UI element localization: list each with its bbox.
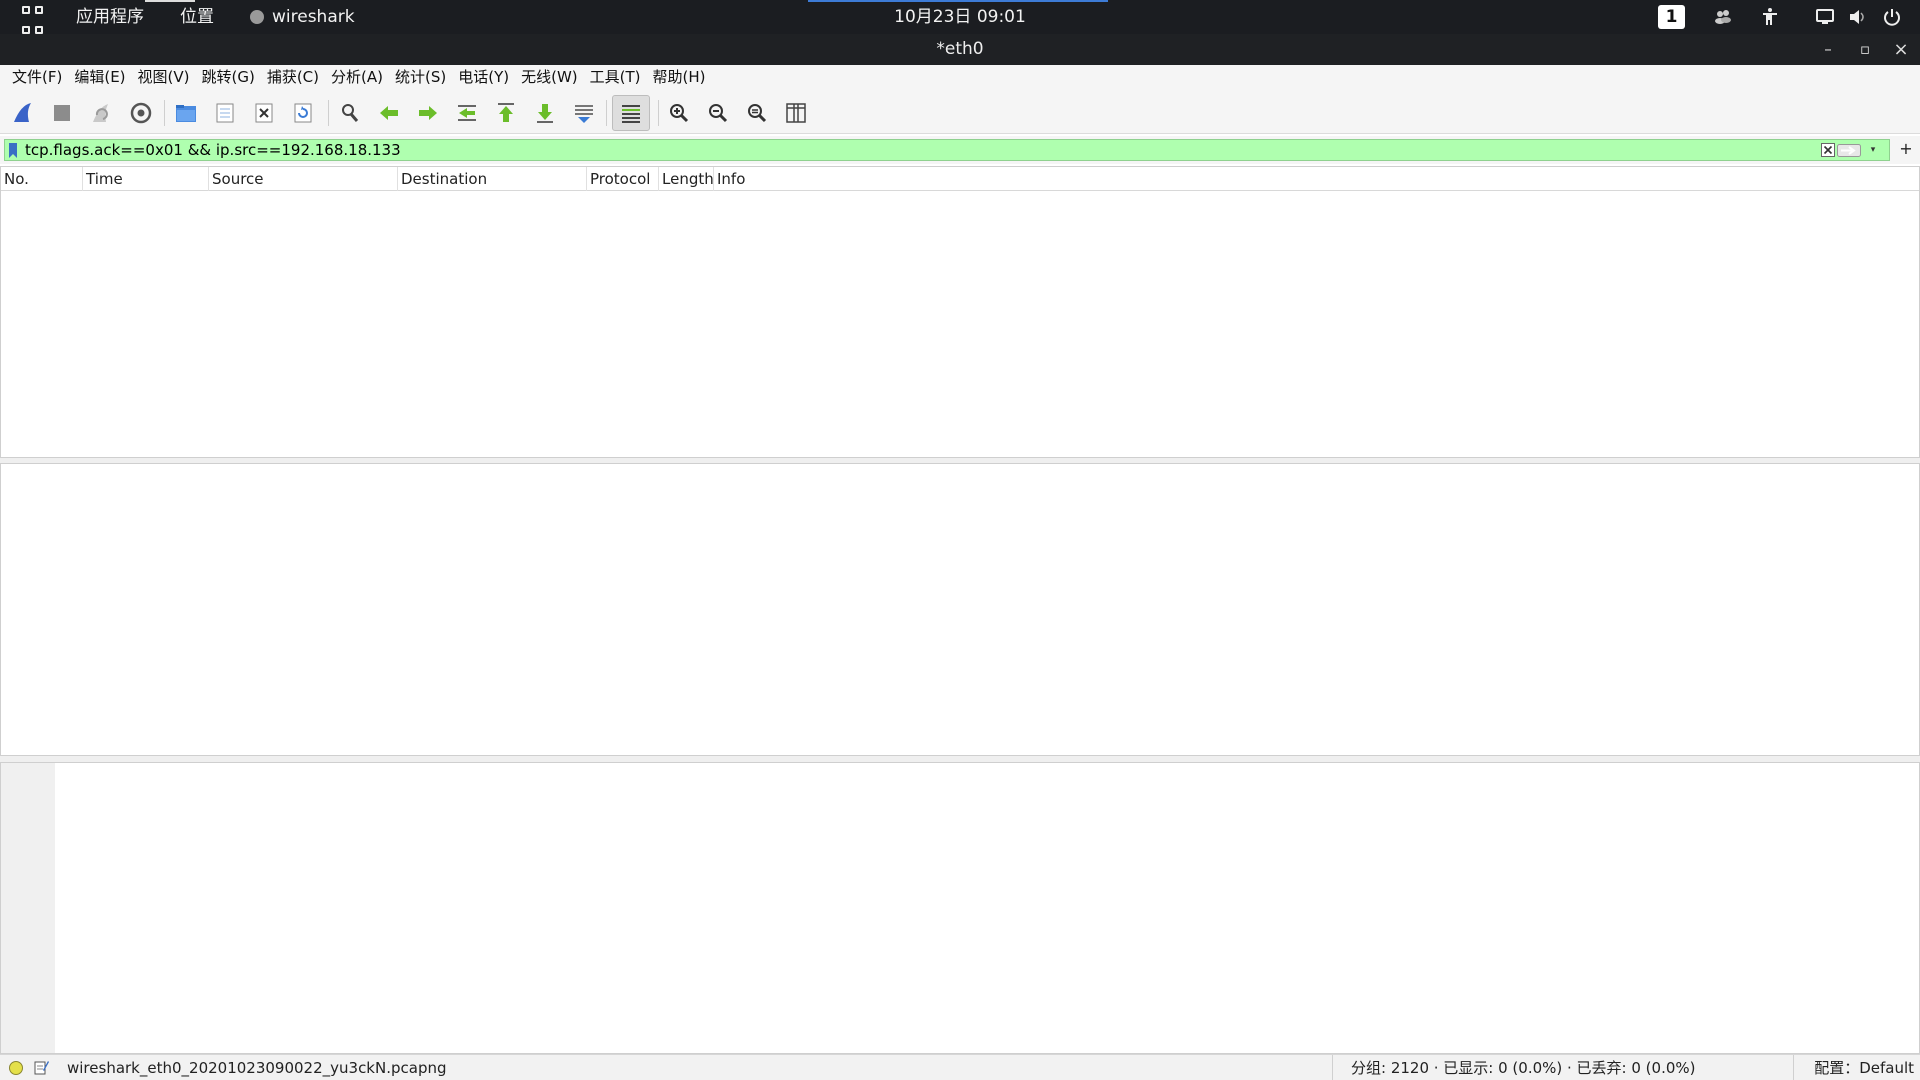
window-title: *eth0	[936, 39, 984, 59]
gnome-top-bar: 应用程序 位置 wireshark 10月23日 09:01 1	[0, 0, 1920, 34]
packet-list-header: No. Time Source Destination Protocol Len…	[1, 167, 1919, 191]
status-bar: wireshark_eth0_20201023090022_yu3ckN.pca…	[0, 1054, 1920, 1080]
close-button[interactable]: ×	[1886, 34, 1916, 65]
restart-capture-icon[interactable]	[86, 98, 116, 128]
colorize-packet-list-icon[interactable]	[612, 95, 650, 131]
packet-list-pane[interactable]: No. Time Source Destination Protocol Len…	[0, 166, 1920, 458]
display-filter-bar: ▾ +	[0, 136, 1920, 164]
packet-details-pane[interactable]	[0, 463, 1920, 756]
stop-capture-icon[interactable]	[47, 98, 77, 128]
display-icon[interactable]	[1815, 7, 1835, 27]
places-menu[interactable]: 位置	[180, 0, 214, 34]
capture-comment-edit-icon[interactable]	[34, 1060, 49, 1075]
go-forward-arrow-icon[interactable]	[413, 98, 443, 128]
menu-tools[interactable]: 工具(T)	[584, 65, 647, 90]
menu-go[interactable]: 跳转(G)	[196, 65, 261, 90]
column-header-length[interactable]: Length	[659, 167, 714, 191]
main-toolbar	[0, 90, 1920, 134]
filter-bookmark-icon[interactable]	[8, 143, 18, 158]
menu-file[interactable]: 文件(F)	[6, 65, 68, 90]
zoom-in-icon[interactable]	[664, 98, 694, 128]
clock[interactable]: 10月23日 09:01	[894, 7, 1026, 27]
recent-filters-dropdown[interactable]: ▾	[1867, 143, 1879, 157]
menu-wireless[interactable]: 无线(W)	[515, 65, 584, 90]
accessibility-icon[interactable]	[1760, 7, 1780, 27]
save-file-icon[interactable]	[210, 98, 240, 128]
window-titlebar: *eth0 – ▫ ×	[0, 34, 1920, 65]
clear-filter-icon[interactable]	[1821, 143, 1835, 157]
apply-filter-arrow-icon[interactable]	[1837, 144, 1861, 157]
open-file-folder-icon[interactable]	[171, 98, 201, 128]
autoscroll-icon[interactable]	[569, 98, 599, 128]
packet-statistics: 分组: 2120 · 已显示: 0 (0.0%) · 已丢弃: 0 (0.0%)	[1332, 1055, 1696, 1080]
column-header-destination[interactable]: Destination	[398, 167, 587, 191]
bytes-offset-gutter	[1, 763, 55, 1053]
active-app-menu[interactable]: wireshark	[250, 0, 355, 34]
menu-capture[interactable]: 捕获(C)	[261, 65, 325, 90]
volume-icon[interactable]	[1848, 7, 1868, 27]
column-header-no[interactable]: No.	[1, 167, 83, 191]
column-header-time[interactable]: Time	[83, 167, 209, 191]
toolbar-separator	[164, 100, 165, 126]
menu-view[interactable]: 视图(V)	[132, 65, 196, 90]
find-packet-search-icon[interactable]	[335, 98, 365, 128]
go-back-arrow-icon[interactable]	[374, 98, 404, 128]
column-header-protocol[interactable]: Protocol	[587, 167, 659, 191]
menu-analyze[interactable]: 分析(A)	[325, 65, 389, 90]
column-header-source[interactable]: Source	[209, 167, 398, 191]
workspace-indicator[interactable]: 1	[1658, 5, 1685, 29]
wireshark-app-icon	[250, 10, 264, 24]
go-to-packet-icon[interactable]	[452, 98, 482, 128]
active-indicator-line	[808, 0, 1108, 2]
configuration-profile[interactable]: 配置：Default	[1793, 1055, 1914, 1080]
active-app-label: wireshark	[272, 7, 355, 27]
display-filter-input[interactable]	[25, 140, 1825, 160]
go-to-last-packet-icon[interactable]	[530, 98, 560, 128]
menu-statistics[interactable]: 统计(S)	[389, 65, 452, 90]
packet-bytes-pane[interactable]	[0, 762, 1920, 1054]
menu-telephony[interactable]: 电话(Y)	[452, 65, 515, 90]
resize-columns-icon[interactable]	[781, 98, 811, 128]
reload-file-icon[interactable]	[288, 98, 318, 128]
zoom-reset-icon[interactable]	[742, 98, 772, 128]
power-icon[interactable]	[1882, 7, 1902, 27]
menu-bar: 文件(F) 编辑(E) 视图(V) 跳转(G) 捕获(C) 分析(A) 统计(S…	[0, 65, 1920, 90]
start-capture-fin-icon[interactable]	[8, 98, 38, 128]
menu-edit[interactable]: 编辑(E)	[68, 65, 131, 90]
zoom-out-icon[interactable]	[703, 98, 733, 128]
display-filter-box: ▾	[4, 139, 1890, 161]
capture-options-gear-icon[interactable]	[126, 98, 156, 128]
toolbar-separator	[606, 100, 607, 126]
menu-help[interactable]: 帮助(H)	[647, 65, 712, 90]
applications-menu[interactable]: 应用程序	[76, 0, 144, 34]
toolbar-separator	[658, 100, 659, 126]
toolbar-separator	[328, 100, 329, 126]
capture-file-name: wireshark_eth0_20201023090022_yu3ckN.pca…	[67, 1059, 447, 1077]
close-file-icon[interactable]	[249, 98, 279, 128]
column-header-info[interactable]: Info	[714, 167, 1919, 191]
minimize-button[interactable]: –	[1813, 34, 1843, 65]
add-filter-button[interactable]: +	[1896, 139, 1916, 161]
maximize-button[interactable]: ▫	[1850, 34, 1880, 65]
expert-info-indicator-icon[interactable]	[9, 1061, 23, 1075]
people-icon[interactable]	[1713, 7, 1733, 27]
go-to-first-packet-icon[interactable]	[491, 98, 521, 128]
